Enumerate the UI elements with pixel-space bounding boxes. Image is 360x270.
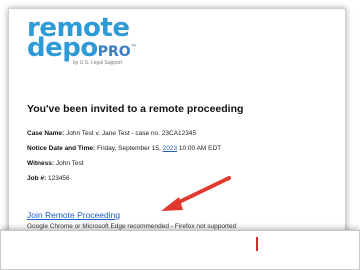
job-number-row: Job #: 123456 xyxy=(27,175,70,182)
invite-heading: You've been invited to a remote proceedi… xyxy=(27,103,244,115)
notice-date-value-end: 10:00 AM EDT xyxy=(177,145,222,152)
annotation-arrow-icon xyxy=(161,176,231,211)
email-card: remote depoPRO™ by U.S. Legal Support Yo… xyxy=(8,8,346,266)
join-remote-proceeding-link[interactable]: Join Remote Proceeding xyxy=(27,210,120,220)
job-number-value: 123456 xyxy=(46,175,70,182)
notice-date-row: Notice Date and Time: Friday, September … xyxy=(27,145,221,152)
case-name-row: Case Name: John Test v. Jane Test - case… xyxy=(27,130,196,137)
case-name-label: Case Name: xyxy=(27,130,65,137)
witness-label: Witness: xyxy=(27,160,55,167)
job-number-label: Job #: xyxy=(27,175,47,182)
logo-depo: depo xyxy=(27,33,98,63)
text-cursor-marker xyxy=(256,237,258,251)
logo-pro: PRO xyxy=(97,44,131,60)
notice-date-value-start: Friday, September 15, xyxy=(95,145,163,152)
remotedepo-pro-logo: remote depoPRO™ by U.S. Legal Support xyxy=(27,15,137,71)
logo-trademark: ™ xyxy=(130,44,137,51)
logo-tagline: by U.S. Legal Support xyxy=(73,60,122,66)
overlay-panel xyxy=(0,230,360,270)
case-name-value: John Test v. Jane Test - case no. 23CA12… xyxy=(64,130,197,137)
witness-value: John Test xyxy=(54,160,84,167)
notice-date-year: 2023 xyxy=(162,145,178,152)
notice-date-label: Notice Date and Time: xyxy=(27,145,96,152)
witness-row: Witness: John Test xyxy=(27,160,84,167)
